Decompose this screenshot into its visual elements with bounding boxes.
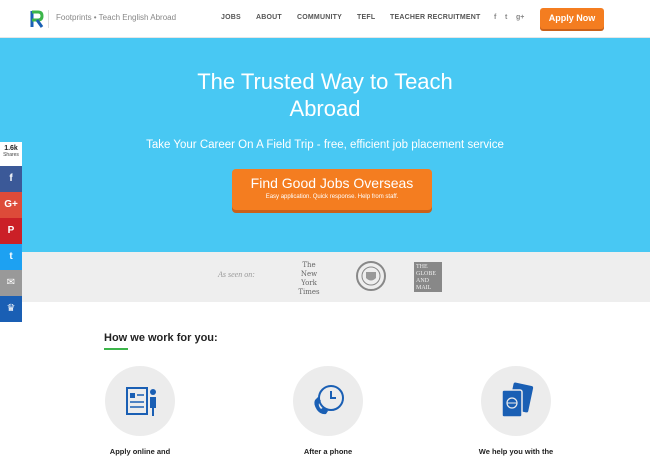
share-twitter-button[interactable]: t (0, 244, 22, 270)
globe-line: AND (416, 278, 429, 284)
as-seen-on-label: As seen on: (218, 270, 255, 279)
facebook-icon: f (9, 173, 13, 184)
apply-now-button[interactable]: Apply Now (540, 8, 604, 29)
cta-label: Find Good Jobs Overseas (250, 175, 414, 191)
share-crown-button[interactable]: ♛ (0, 296, 22, 322)
hero-title-line1: The Trusted Way to Teach (197, 69, 453, 94)
nav-jobs[interactable]: JOBS (221, 14, 241, 21)
globe-line: THE (416, 264, 428, 270)
step-help-text: We help you with the (478, 447, 554, 456)
share-pinterest-button[interactable]: P (0, 218, 22, 244)
hero-subtitle: Take Your Career On A Field Trip - free,… (146, 139, 504, 151)
share-count-number: 1.6k (4, 145, 18, 152)
globe-line: GLOBE (416, 271, 436, 277)
press-bar: As seen on: The New York Times THE GLOBE… (0, 252, 650, 302)
passport-icon (481, 366, 551, 436)
site-header: Footprints • Teach English Abroad JOBS A… (0, 0, 650, 38)
share-count-label: Shares (3, 152, 19, 158)
hero-title: The Trusted Way to Teach Abroad (0, 68, 650, 122)
nyt-line: The (302, 261, 316, 269)
nav-about[interactable]: ABOUT (256, 14, 282, 21)
share-facebook-button[interactable]: f (0, 166, 22, 192)
nyt-logo: The New York Times (292, 261, 326, 297)
nyt-line: Times (298, 288, 320, 296)
twitter-icon[interactable]: t (505, 14, 507, 21)
phone-icon (293, 366, 363, 436)
google-plus-icon[interactable]: g+ (516, 14, 524, 21)
twitter-icon: t (9, 251, 13, 262)
nyt-line: New York (300, 270, 318, 287)
share-count: 1.6k Shares (0, 142, 22, 166)
harvard-seal-icon (356, 261, 386, 291)
resume-icon (105, 366, 175, 436)
hero-section: The Trusted Way to Teach Abroad Take You… (0, 38, 650, 252)
email-icon: ✉ (6, 277, 16, 288)
facebook-icon[interactable]: f (494, 14, 496, 21)
pinterest-icon: P (7, 225, 15, 236)
nav-teacher-recruitment[interactable]: TEACHER RECRUITMENT (390, 14, 481, 21)
globe-line: MAIL (416, 285, 432, 291)
cta-sublabel: Easy application. Quick response. Help f… (265, 194, 399, 200)
title-underline (104, 348, 128, 350)
share-email-button[interactable]: ✉ (0, 270, 22, 296)
nav-tefl[interactable]: TEFL (357, 14, 375, 21)
find-jobs-button[interactable]: Find Good Jobs Overseas Easy application… (232, 169, 432, 210)
step-phone-text: After a phone (303, 447, 353, 456)
nav-community[interactable]: COMMUNITY (297, 14, 342, 21)
step-apply-text: Apply online and (109, 447, 171, 456)
crown-icon: ♛ (6, 303, 16, 314)
google-plus-icon: G+ (4, 199, 18, 210)
hero-title-line2: Abroad (289, 96, 361, 121)
how-we-work-title: How we work for you: (104, 332, 218, 344)
share-sidebar: 1.6k Shares f G+ P t ✉ ♛ (0, 142, 22, 322)
share-google-plus-button[interactable]: G+ (0, 192, 22, 218)
globe-and-mail-logo: THE GLOBE AND MAIL (414, 262, 442, 292)
